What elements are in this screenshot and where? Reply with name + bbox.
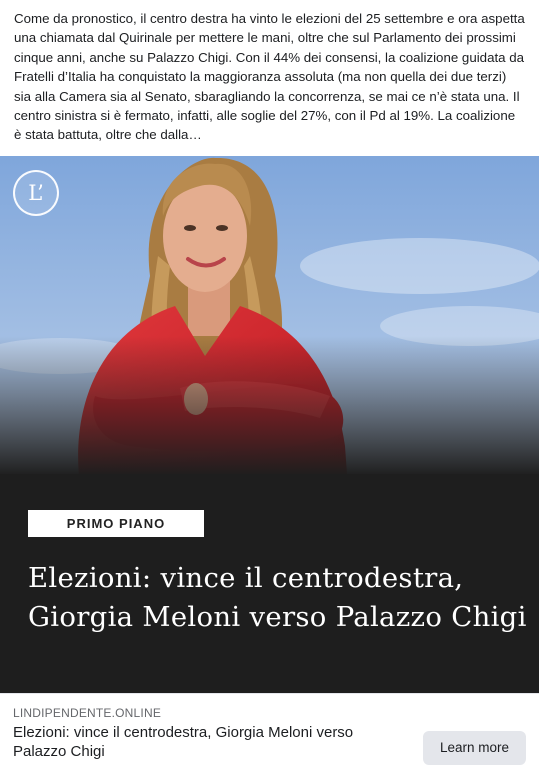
link-domain: LINDIPENDENTE.ONLINE — [13, 706, 162, 720]
link-preview-footer[interactable]: LINDIPENDENTE.ONLINE Elezioni: vince il … — [0, 693, 539, 765]
article-image[interactable]: L’ PRIMO PIANO Elezioni: vince il centro… — [0, 156, 539, 693]
learn-more-button[interactable]: Learn more — [423, 731, 526, 765]
post-text: Come da pronostico, il centro destra ha … — [0, 0, 539, 156]
link-title[interactable]: Elezioni: vince il centrodestra, Giorgia… — [13, 723, 393, 761]
publisher-logo: L’ — [13, 170, 59, 216]
category-tag: PRIMO PIANO — [28, 510, 204, 537]
article-headline: Elezioni: vince il centrodestra, Giorgia… — [28, 562, 527, 633]
